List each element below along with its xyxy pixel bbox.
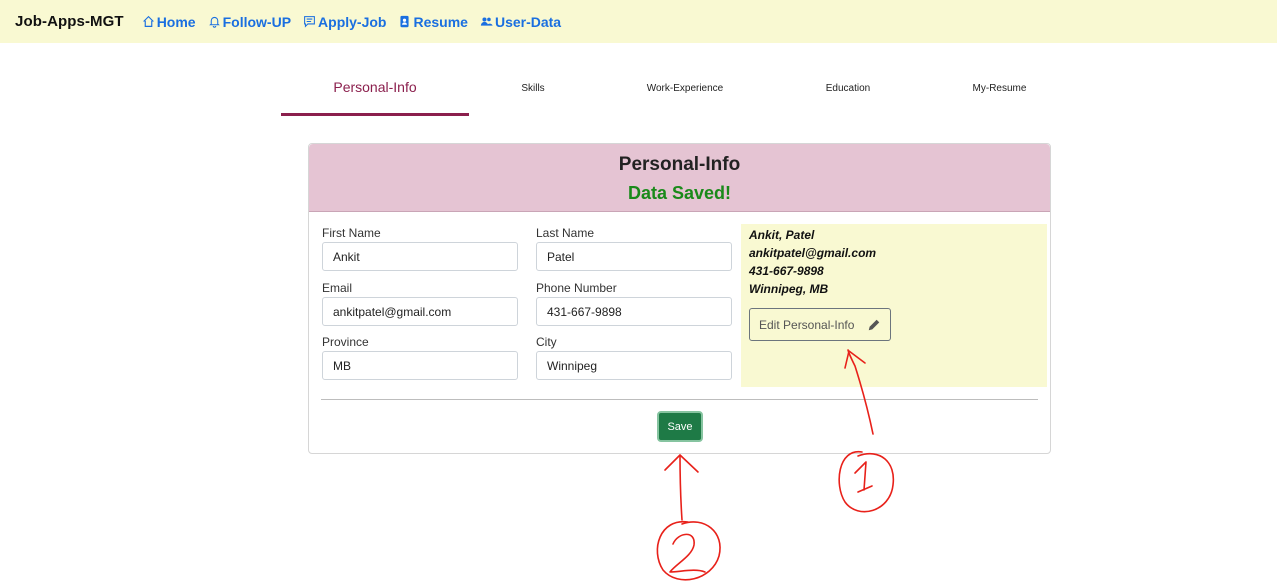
- province-label: Province: [322, 335, 369, 349]
- first-name-input[interactable]: Ankit: [322, 242, 518, 271]
- first-name-label: First Name: [322, 226, 381, 240]
- annotation-number-2: [669, 533, 706, 573]
- nav-follow-up[interactable]: Follow-UP: [208, 14, 291, 30]
- brand-logo[interactable]: Job-Apps-MGT: [15, 13, 124, 30]
- nav-home[interactable]: Home: [142, 14, 196, 30]
- first-name-group: First Name Ankit: [322, 226, 518, 271]
- card-header: Personal-Info Data Saved!: [309, 144, 1050, 212]
- users-icon: [480, 17, 493, 26]
- personal-info-summary: Ankit, Patel ankitpatel@gmail.com 431-66…: [741, 224, 1047, 387]
- email-input[interactable]: ankitpatel@gmail.com: [322, 297, 518, 326]
- edit-button-label: Edit Personal-Info: [759, 317, 855, 332]
- nav-user-data-label: User-Data: [494, 13, 562, 30]
- last-name-input[interactable]: Patel: [536, 242, 732, 271]
- nav-apply-job-label: Apply-Job: [318, 13, 387, 30]
- save-status-message: Data Saved!: [627, 183, 732, 203]
- nav-home-label: Home: [156, 13, 196, 30]
- summary-phone: 431-667-9898: [749, 264, 824, 278]
- phone-group: Phone Number 431-667-9898: [536, 281, 732, 326]
- summary-name: Ankit, Patel: [749, 228, 815, 242]
- personal-info-card: Personal-Info Data Saved! First Name Ank…: [308, 143, 1051, 454]
- annotation-circle-1: [838, 451, 895, 513]
- section-tabs: Personal-Info Skills Work-Experience Edu…: [281, 60, 1076, 116]
- nav-resume-label: Resume: [413, 13, 468, 30]
- badge-icon: [400, 15, 410, 28]
- summary-location: Winnipeg, MB: [749, 282, 829, 296]
- message-icon: [304, 16, 315, 28]
- nav-apply-job[interactable]: Apply-Job: [303, 14, 386, 30]
- nav-resume[interactable]: Resume: [398, 13, 468, 30]
- city-label: City: [536, 335, 557, 349]
- tab-work-experience[interactable]: Work-Experience: [597, 60, 773, 116]
- last-name-group: Last Name Patel: [536, 226, 732, 271]
- annotation-circle-2: [656, 521, 721, 581]
- tab-my-resume[interactable]: My-Resume: [923, 60, 1076, 116]
- annotation-arrow-2: [679, 454, 683, 521]
- province-input[interactable]: MB: [322, 351, 518, 380]
- home-icon: [142, 15, 154, 27]
- annotation-number-1: [854, 461, 873, 493]
- province-group: Province MB: [322, 335, 518, 380]
- nav-user-data[interactable]: User-Data: [480, 14, 561, 30]
- phone-input[interactable]: 431-667-9898: [536, 297, 732, 326]
- pencil-icon: [869, 319, 880, 330]
- city-input[interactable]: Winnipeg: [536, 351, 732, 380]
- tab-personal-info[interactable]: Personal-Info: [281, 60, 469, 116]
- email-group: Email ankitpatel@gmail.com: [322, 281, 518, 326]
- email-label: Email: [322, 281, 353, 295]
- city-group: City Winnipeg: [536, 335, 732, 380]
- save-button[interactable]: Save: [657, 411, 703, 442]
- tab-education[interactable]: Education: [773, 60, 923, 116]
- card-title: Personal-Info: [618, 154, 741, 175]
- top-navbar: Job-Apps-MGT Home Follow-UP Apply-Job Re…: [0, 0, 1277, 43]
- phone-label: Phone Number: [536, 281, 617, 295]
- annotation-arrowhead-2: [664, 454, 699, 473]
- bell-icon: [208, 16, 220, 28]
- last-name-label: Last Name: [536, 226, 595, 240]
- edit-personal-info-button[interactable]: Edit Personal-Info: [749, 308, 891, 341]
- summary-email: ankitpatel@gmail.com: [749, 246, 877, 260]
- form-divider: [321, 399, 1038, 400]
- tab-skills[interactable]: Skills: [469, 60, 597, 116]
- nav-follow-up-label: Follow-UP: [222, 13, 292, 30]
